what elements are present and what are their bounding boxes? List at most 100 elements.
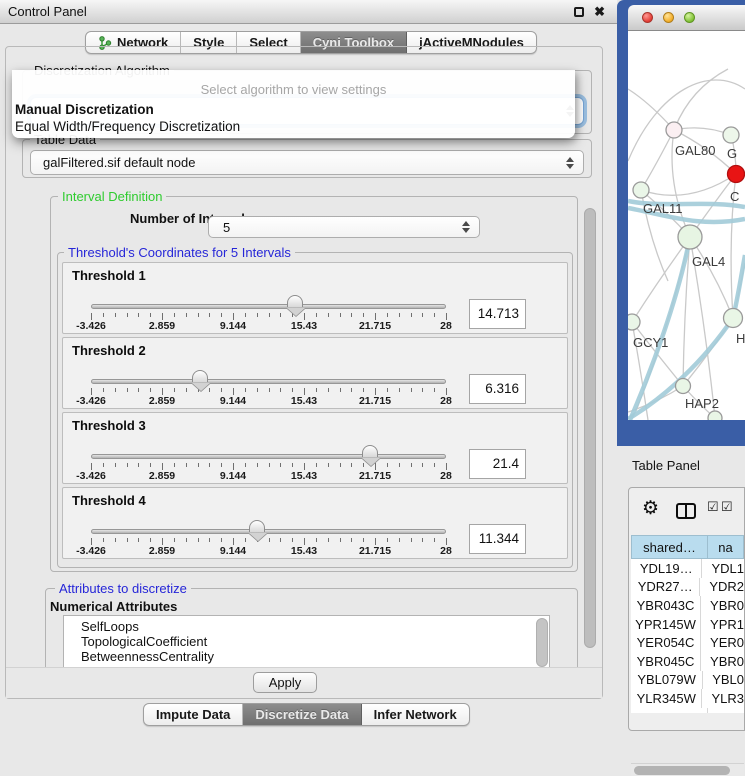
cell-shared-name[interactable]: YBR045C: [631, 652, 701, 671]
network-node[interactable]: [676, 379, 691, 394]
tick-mark: [340, 538, 341, 542]
table-row[interactable]: YBR043C YBR0: [631, 596, 744, 615]
tick-mark: [245, 388, 246, 392]
network-view-window[interactable]: GAL80GCGAL11GAL4GCY1HHAP2: [617, 0, 745, 446]
tick-mark: [399, 538, 400, 542]
threshold-value-field[interactable]: 11.344: [469, 524, 526, 554]
network-node[interactable]: [728, 166, 745, 183]
threshold-slider-thumb[interactable]: [287, 295, 303, 307]
cell-shared-name[interactable]: YDR27…: [631, 578, 700, 597]
tab-infer-network[interactable]: Infer Network: [362, 704, 469, 725]
network-node[interactable]: [633, 182, 649, 198]
tick-mark: [150, 313, 151, 317]
table-row[interactable]: YDR27… YDR2: [631, 578, 744, 597]
network-edge[interactable]: [628, 89, 674, 130]
table-horizontal-scrollbar[interactable]: [631, 763, 744, 776]
checkbox-icon[interactable]: ☑: [721, 499, 733, 515]
panel-title: Control Panel: [8, 0, 87, 23]
cell-shared-name[interactable]: YLR345W: [631, 689, 702, 708]
cell-shared-name[interactable]: YPR145W: [631, 615, 701, 634]
table-row[interactable]: YLR345W YLR3: [631, 689, 744, 708]
checkbox-icon[interactable]: ☑: [707, 499, 719, 515]
threshold-slider-thumb[interactable]: [249, 520, 265, 532]
close-window-icon[interactable]: [642, 12, 653, 23]
dropdown-option-manual[interactable]: Manual Discretization: [15, 101, 572, 118]
threshold-slider-track[interactable]: [91, 304, 446, 309]
number-of-intervals-combobox[interactable]: 5: [208, 216, 480, 238]
tab-discretize-data[interactable]: Discretize Data: [243, 704, 361, 725]
tick-mark: [138, 538, 139, 542]
network-edge[interactable]: [674, 69, 728, 130]
network-window-titlebar[interactable]: [628, 5, 745, 31]
cell-name[interactable]: YBR0: [701, 596, 744, 615]
apply-button[interactable]: Apply: [253, 672, 317, 693]
threshold-slider-track[interactable]: [91, 529, 446, 534]
float-window-icon[interactable]: [574, 7, 584, 17]
scrollbar-thumb[interactable]: [634, 766, 730, 775]
tick-mark: [316, 463, 317, 467]
tick-mark: [434, 388, 435, 392]
network-node[interactable]: [678, 225, 702, 249]
numerical-attributes-list[interactable]: SelfLoopsTopologicalCoefficientBetweenne…: [63, 615, 550, 668]
cell-name[interactable]: YDL1: [702, 559, 744, 578]
cell-shared-name[interactable]: YBL079W: [631, 671, 703, 690]
tick-mark: [434, 463, 435, 467]
table-row[interactable]: YBL079W YBL0: [631, 671, 744, 690]
tick-mark: [446, 313, 447, 320]
zoom-window-icon[interactable]: [684, 12, 695, 23]
tick-mark: [363, 313, 364, 317]
columns-icon[interactable]: [676, 503, 696, 519]
dropdown-option-equal-width[interactable]: Equal Width/Frequency Discretization: [15, 118, 572, 135]
tick-mark: [280, 313, 281, 317]
attribute-list-item[interactable]: TopologicalCoefficient: [64, 634, 549, 649]
cell-name[interactable]: YDR2: [700, 578, 744, 597]
threshold-value-field[interactable]: 21.4: [469, 449, 526, 479]
minimize-window-icon[interactable]: [663, 12, 674, 23]
table-row[interactable]: YDL19… YDL1: [631, 559, 744, 578]
column-header-name[interactable]: na: [708, 535, 744, 559]
tick-label: 15.43: [291, 320, 317, 332]
node-label: GAL4: [692, 254, 725, 269]
cell-name[interactable]: YBL0: [703, 671, 744, 690]
network-node[interactable]: [628, 314, 640, 330]
tick-mark: [209, 538, 210, 542]
cell-shared-name[interactable]: YDL19…: [631, 559, 702, 578]
tab-impute-data[interactable]: Impute Data: [144, 704, 243, 725]
threshold-value-field[interactable]: 6.316: [469, 374, 526, 404]
attribute-list-item[interactable]: BetweennessCentrality: [64, 649, 549, 664]
network-node[interactable]: [724, 309, 743, 328]
close-panel-icon[interactable]: ✖: [594, 2, 605, 22]
table-row[interactable]: YPR145W YPR1: [631, 615, 744, 634]
network-edge[interactable]: [641, 130, 674, 190]
attribute-list-item[interactable]: SelfLoops: [64, 619, 549, 634]
tick-mark: [127, 313, 128, 317]
table-row[interactable]: YER054C YER0: [631, 633, 744, 652]
table-data-combobox[interactable]: galFiltered.sif default node: [30, 150, 584, 175]
network-canvas[interactable]: GAL80GCGAL11GAL4GCY1HHAP2: [628, 31, 745, 420]
threshold-slider-thumb[interactable]: [192, 370, 208, 382]
network-node[interactable]: [666, 122, 682, 138]
table-panel-title: Table Panel: [632, 458, 700, 473]
node-label: GCY1: [633, 335, 668, 350]
cell-shared-name[interactable]: YIL052C: [631, 708, 708, 713]
cell-name[interactable]: YLR3: [702, 689, 744, 708]
cell-shared-name[interactable]: YBR043C: [631, 596, 701, 615]
cell-name[interactable]: YER0: [701, 633, 744, 652]
threshold-slider-track[interactable]: [91, 454, 446, 459]
network-node[interactable]: [708, 411, 722, 420]
cell-shared-name[interactable]: YER054C: [631, 633, 701, 652]
threshold-value-field[interactable]: 14.713: [469, 299, 526, 329]
gear-icon[interactable]: ⚙: [642, 497, 659, 520]
threshold-slider-thumb[interactable]: [362, 445, 378, 457]
attributes-list-scrollbar[interactable]: [536, 618, 548, 667]
cell-name[interactable]: YPR1: [701, 615, 744, 634]
cell-name[interactable]: YBR0: [701, 652, 744, 671]
settings-vertical-scrollbar[interactable]: [584, 208, 596, 648]
threshold-slider-track[interactable]: [91, 379, 446, 384]
table-row[interactable]: YBR045C YBR0: [631, 652, 744, 671]
table-row[interactable]: YIL052C YIL0: [631, 708, 744, 713]
tick-mark: [304, 463, 305, 470]
column-header-shared[interactable]: shared…: [631, 535, 708, 559]
cell-name[interactable]: YIL0: [708, 708, 744, 713]
network-node[interactable]: [723, 127, 739, 143]
